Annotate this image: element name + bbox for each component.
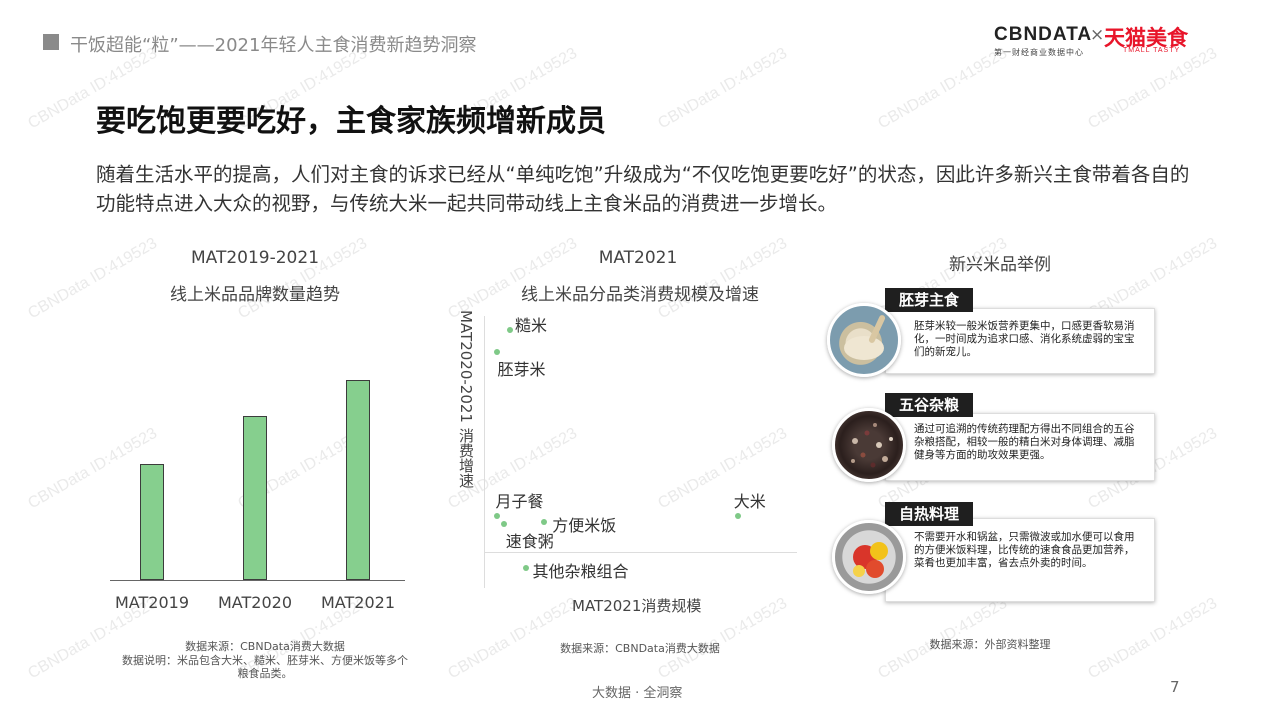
scatter-point-2 xyxy=(734,513,741,520)
watermark-text: CBNData ID:419523 xyxy=(655,44,791,133)
brand-logos: CBNDATA 第一财经商业数据中心 × 天猫美食 TMALL TASTY xyxy=(994,24,1204,58)
scatter-label-0: 糙米 xyxy=(514,315,547,335)
watermark-text: CBNData ID:419523 xyxy=(445,594,581,683)
self-heating-rice-icon xyxy=(832,520,906,594)
examples-source: 数据来源：外部资料整理 xyxy=(929,638,1051,651)
scatter-point-0 xyxy=(506,326,513,333)
bar-chart-note-2: 粮食品类。 xyxy=(237,667,293,680)
tmall-logo-sub: TMALL TASTY xyxy=(1123,47,1181,54)
page-title: 要吃饱更要吃好，主食家族频增新成员 xyxy=(96,104,606,139)
example-tag-mixed-grains: 五谷杂粮 xyxy=(885,393,974,417)
cbndata-logo: CBNDATA xyxy=(994,24,1093,45)
scatter-source: 数据来源：CBNData消费大数据 xyxy=(560,642,720,655)
scatter-point-4 xyxy=(541,518,548,525)
scatter-label-3: 月子餐 xyxy=(495,492,544,512)
footer-tagline: 大数据 · 全洞察 xyxy=(592,686,683,701)
watermark-text: CBNData ID:419523 xyxy=(1085,594,1221,683)
bar-chart-note: 数据说明：米品包含大米、糙米、胚芽米、方便米饭等多个 xyxy=(122,654,408,667)
bar-chart-period: MAT2019-2021 xyxy=(190,248,320,268)
bar-chart-caption: 线上米品品牌数量趋势 xyxy=(170,285,340,305)
page-subtitle: 随着生活水平的提高，人们对主食的诉求已经从“单纯吃饱”升级成为“不仅吃饱更要吃好… xyxy=(96,163,1190,215)
bar-label-mat2021: MAT2021 xyxy=(321,593,395,612)
examples-title: 新兴米品举例 xyxy=(949,255,1051,275)
bar-chart-baseline xyxy=(110,580,405,581)
scatter-label-4: 方便米饭 xyxy=(552,515,617,535)
bar-mat2019 xyxy=(140,464,164,580)
example-tag-germ-rice: 胚芽主食 xyxy=(885,288,974,312)
example-tag-self-heating: 自热料理 xyxy=(885,502,974,526)
bar-label-mat2019: MAT2019 xyxy=(115,593,189,612)
header-square-icon xyxy=(43,34,59,50)
scatter-point-1 xyxy=(494,348,501,355)
scatter-caption: 线上米品分品类消费规模及增速 xyxy=(521,285,759,305)
bar-mat2020 xyxy=(243,416,267,580)
scatter-point-6 xyxy=(522,565,529,572)
germ-rice-bowl-icon xyxy=(827,303,901,377)
bar-label-mat2020: MAT2020 xyxy=(218,593,292,612)
logo-separator: × xyxy=(1090,25,1105,45)
bar-chart-source: 数据来源：CBNData消费大数据 xyxy=(185,640,345,653)
bar-mat2021 xyxy=(346,380,370,580)
scatter-x-label: MAT2021消费规模 xyxy=(572,597,702,615)
scatter-label-6: 其他杂粮组合 xyxy=(532,562,629,582)
mixed-grains-icon xyxy=(832,408,906,482)
watermark-text: CBNData ID:419523 xyxy=(25,234,161,323)
example-desc-self-heating: 不需要开水和锅盆，只需微波或加水便可以食用的方便米饭料理，比传统的速食食品更加营… xyxy=(914,531,1135,569)
page-number: 7 xyxy=(1170,678,1180,696)
scatter-y-axis xyxy=(484,316,485,588)
cbndata-logo-sub: 第一财经商业数据中心 xyxy=(994,48,1084,57)
scatter-y-label: MAT2020-2021 消费增速 xyxy=(457,310,475,488)
watermark-text: CBNData ID:419523 xyxy=(655,424,791,513)
scatter-point-5 xyxy=(500,521,507,528)
scatter-label-5: 速食粥 xyxy=(505,532,554,552)
scatter-period: MAT2021 xyxy=(598,248,678,268)
scatter-point-3 xyxy=(494,513,501,520)
scatter-label-2: 大米 xyxy=(733,492,766,512)
report-title: 干饭超能“粒”——2021年轻人主食消费新趋势洞察 xyxy=(70,35,477,56)
example-desc-germ-rice: 胚芽米较一般米饭营养更集中，口感更香软易消化，一时间成为追求口感、消化系统虚弱的… xyxy=(914,320,1135,358)
scatter-label-1: 胚芽米 xyxy=(497,359,546,379)
watermark-text: CBNData ID:419523 xyxy=(875,44,1011,133)
watermark-text: CBNData ID:419523 xyxy=(1085,44,1221,133)
example-desc-mixed-grains: 通过可追溯的传统药理配方得出不同组合的五谷杂粮搭配，相较一般的精白米对身体调理、… xyxy=(914,423,1135,461)
